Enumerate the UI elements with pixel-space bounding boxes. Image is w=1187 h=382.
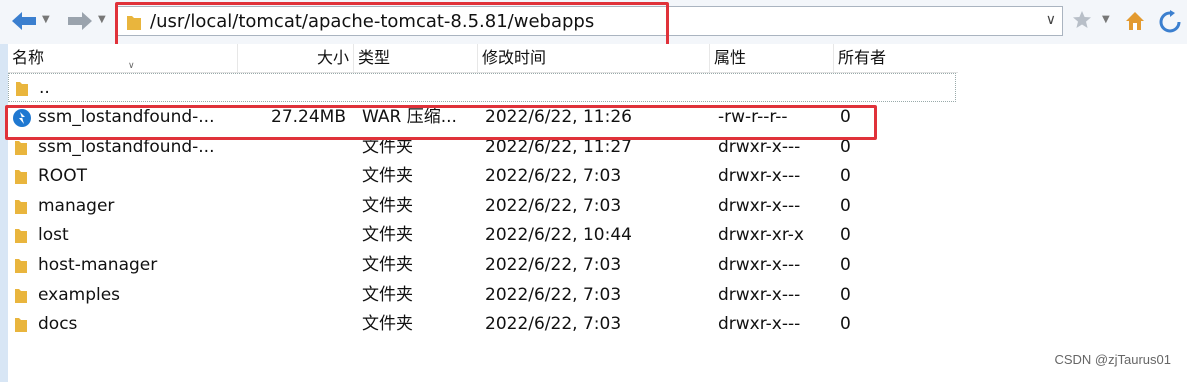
file-owner: 0 — [840, 196, 851, 216]
file-attributes: drwxr-x--- — [718, 196, 801, 216]
column-header: 名称 ∨ 大小 类型 修改时间 属性 所有者 — [8, 44, 958, 73]
file-name: ssm_lostandfound-... — [38, 137, 215, 157]
folder-icon — [15, 200, 27, 214]
file-attributes: drwxr-x--- — [718, 166, 801, 186]
war-file-icon — [13, 109, 31, 127]
file-size — [238, 310, 346, 339]
file-modified: 2022/6/22, 10:44 — [485, 225, 632, 245]
list-item[interactable]: examples 文件夹 2022/6/22, 7:03 drwxr-x--- … — [8, 281, 956, 310]
file-type: WAR 压缩... — [362, 107, 457, 127]
file-name: examples — [38, 285, 121, 305]
list-item[interactable]: ROOT 文件夹 2022/6/22, 7:03 drwxr-x--- 0 — [8, 162, 956, 191]
favorites-dropdown[interactable]: ▼ — [1102, 14, 1110, 25]
file-attributes: drwxr-x--- — [718, 137, 801, 157]
file-type: 文件夹 — [362, 255, 413, 275]
file-size — [238, 133, 346, 162]
watermark: CSDN @zjTaurus01 — [1054, 352, 1171, 367]
file-attributes: drwxr-x--- — [718, 285, 801, 305]
file-owner: 0 — [840, 107, 851, 127]
column-size[interactable]: 大小 — [238, 44, 354, 72]
file-owner: 0 — [840, 225, 851, 245]
file-owner: 0 — [840, 255, 851, 275]
file-name: .. — [39, 78, 50, 98]
address-path[interactable]: /usr/local/tomcat/apache-tomcat-8.5.81/w… — [150, 11, 594, 33]
back-button[interactable] — [10, 8, 38, 34]
file-size — [238, 162, 346, 191]
folder-icon — [127, 16, 141, 30]
file-name: lost — [38, 225, 69, 245]
back-history-dropdown[interactable]: ▼ — [42, 14, 50, 25]
folder-icon — [15, 289, 27, 303]
left-panel-edge — [0, 44, 8, 382]
file-name: host-manager — [38, 255, 158, 275]
file-name: docs — [38, 314, 78, 334]
file-modified: 2022/6/22, 7:03 — [485, 166, 622, 186]
column-owner[interactable]: 所有者 — [834, 44, 958, 72]
file-attributes: drwxr-x--- — [718, 314, 801, 334]
file-owner: 0 — [840, 166, 851, 186]
file-attributes: drwxr-xr-x — [718, 225, 804, 245]
list-item[interactable]: host-manager 文件夹 2022/6/22, 7:03 drwxr-x… — [8, 251, 956, 280]
arrow-left-icon — [12, 12, 36, 30]
column-attributes[interactable]: 属性 — [710, 44, 834, 72]
file-size — [238, 192, 346, 221]
file-type: 文件夹 — [362, 166, 413, 186]
file-modified: 2022/6/22, 7:03 — [485, 255, 622, 275]
list-item[interactable]: manager 文件夹 2022/6/22, 7:03 drwxr-x--- 0 — [8, 192, 956, 221]
sort-indicator-icon: ∨ — [128, 61, 135, 71]
file-name: manager — [38, 196, 115, 216]
file-type: 文件夹 — [362, 225, 413, 245]
file-owner: 0 — [840, 137, 851, 157]
folder-icon — [15, 318, 27, 332]
file-owner: 0 — [840, 285, 851, 305]
file-size — [238, 251, 346, 280]
file-modified: 2022/6/22, 7:03 — [485, 285, 622, 305]
folder-icon — [15, 229, 27, 243]
file-type: 文件夹 — [362, 314, 413, 334]
file-attributes: drwxr-x--- — [718, 255, 801, 275]
home-icon[interactable] — [1124, 10, 1146, 32]
file-name: ROOT — [38, 166, 87, 186]
list-item[interactable]: lost 文件夹 2022/6/22, 10:44 drwxr-xr-x 0 — [8, 221, 956, 250]
column-type[interactable]: 类型 — [354, 44, 478, 72]
folder-icon — [15, 259, 27, 273]
forward-button[interactable] — [66, 8, 94, 34]
file-modified: 2022/6/22, 7:03 — [485, 314, 622, 334]
column-name[interactable]: 名称 — [8, 44, 238, 72]
forward-history-dropdown[interactable]: ▼ — [98, 14, 106, 25]
file-attributes: -rw-r--r-- — [718, 107, 788, 127]
toolbar: ▼ ▼ /usr/local/tomcat/apache-tomcat-8.5.… — [0, 0, 1187, 44]
column-modified[interactable]: 修改时间 — [478, 44, 710, 72]
file-owner: 0 — [840, 314, 851, 334]
file-type: 文件夹 — [362, 196, 413, 216]
list-item[interactable]: docs 文件夹 2022/6/22, 7:03 drwxr-x--- 0 — [8, 310, 956, 339]
list-item-war-file[interactable]: ssm_lostandfound-... 27.24MB WAR 压缩... 2… — [8, 103, 956, 132]
file-name: ssm_lostandfound-... — [38, 107, 215, 127]
file-size: 27.24MB — [271, 107, 346, 127]
arrow-right-icon — [68, 12, 92, 30]
address-bar[interactable]: /usr/local/tomcat/apache-tomcat-8.5.81/w… — [116, 6, 1063, 36]
list-item[interactable]: ssm_lostandfound-... 文件夹 2022/6/22, 11:2… — [8, 133, 956, 162]
star-icon[interactable] — [1072, 10, 1092, 30]
file-type: 文件夹 — [362, 285, 413, 305]
folder-icon — [16, 82, 28, 96]
file-modified: 2022/6/22, 11:26 — [485, 107, 632, 127]
refresh-icon[interactable] — [1158, 10, 1182, 34]
folder-icon — [15, 170, 27, 184]
chevron-down-icon[interactable]: ∨ — [1046, 12, 1056, 28]
file-modified: 2022/6/22, 7:03 — [485, 196, 622, 216]
file-type: 文件夹 — [362, 137, 413, 157]
file-size — [238, 221, 346, 250]
folder-icon — [15, 141, 27, 155]
list-item-parent-dir[interactable]: .. — [8, 73, 956, 102]
file-size — [238, 281, 346, 310]
file-modified: 2022/6/22, 11:27 — [485, 137, 632, 157]
